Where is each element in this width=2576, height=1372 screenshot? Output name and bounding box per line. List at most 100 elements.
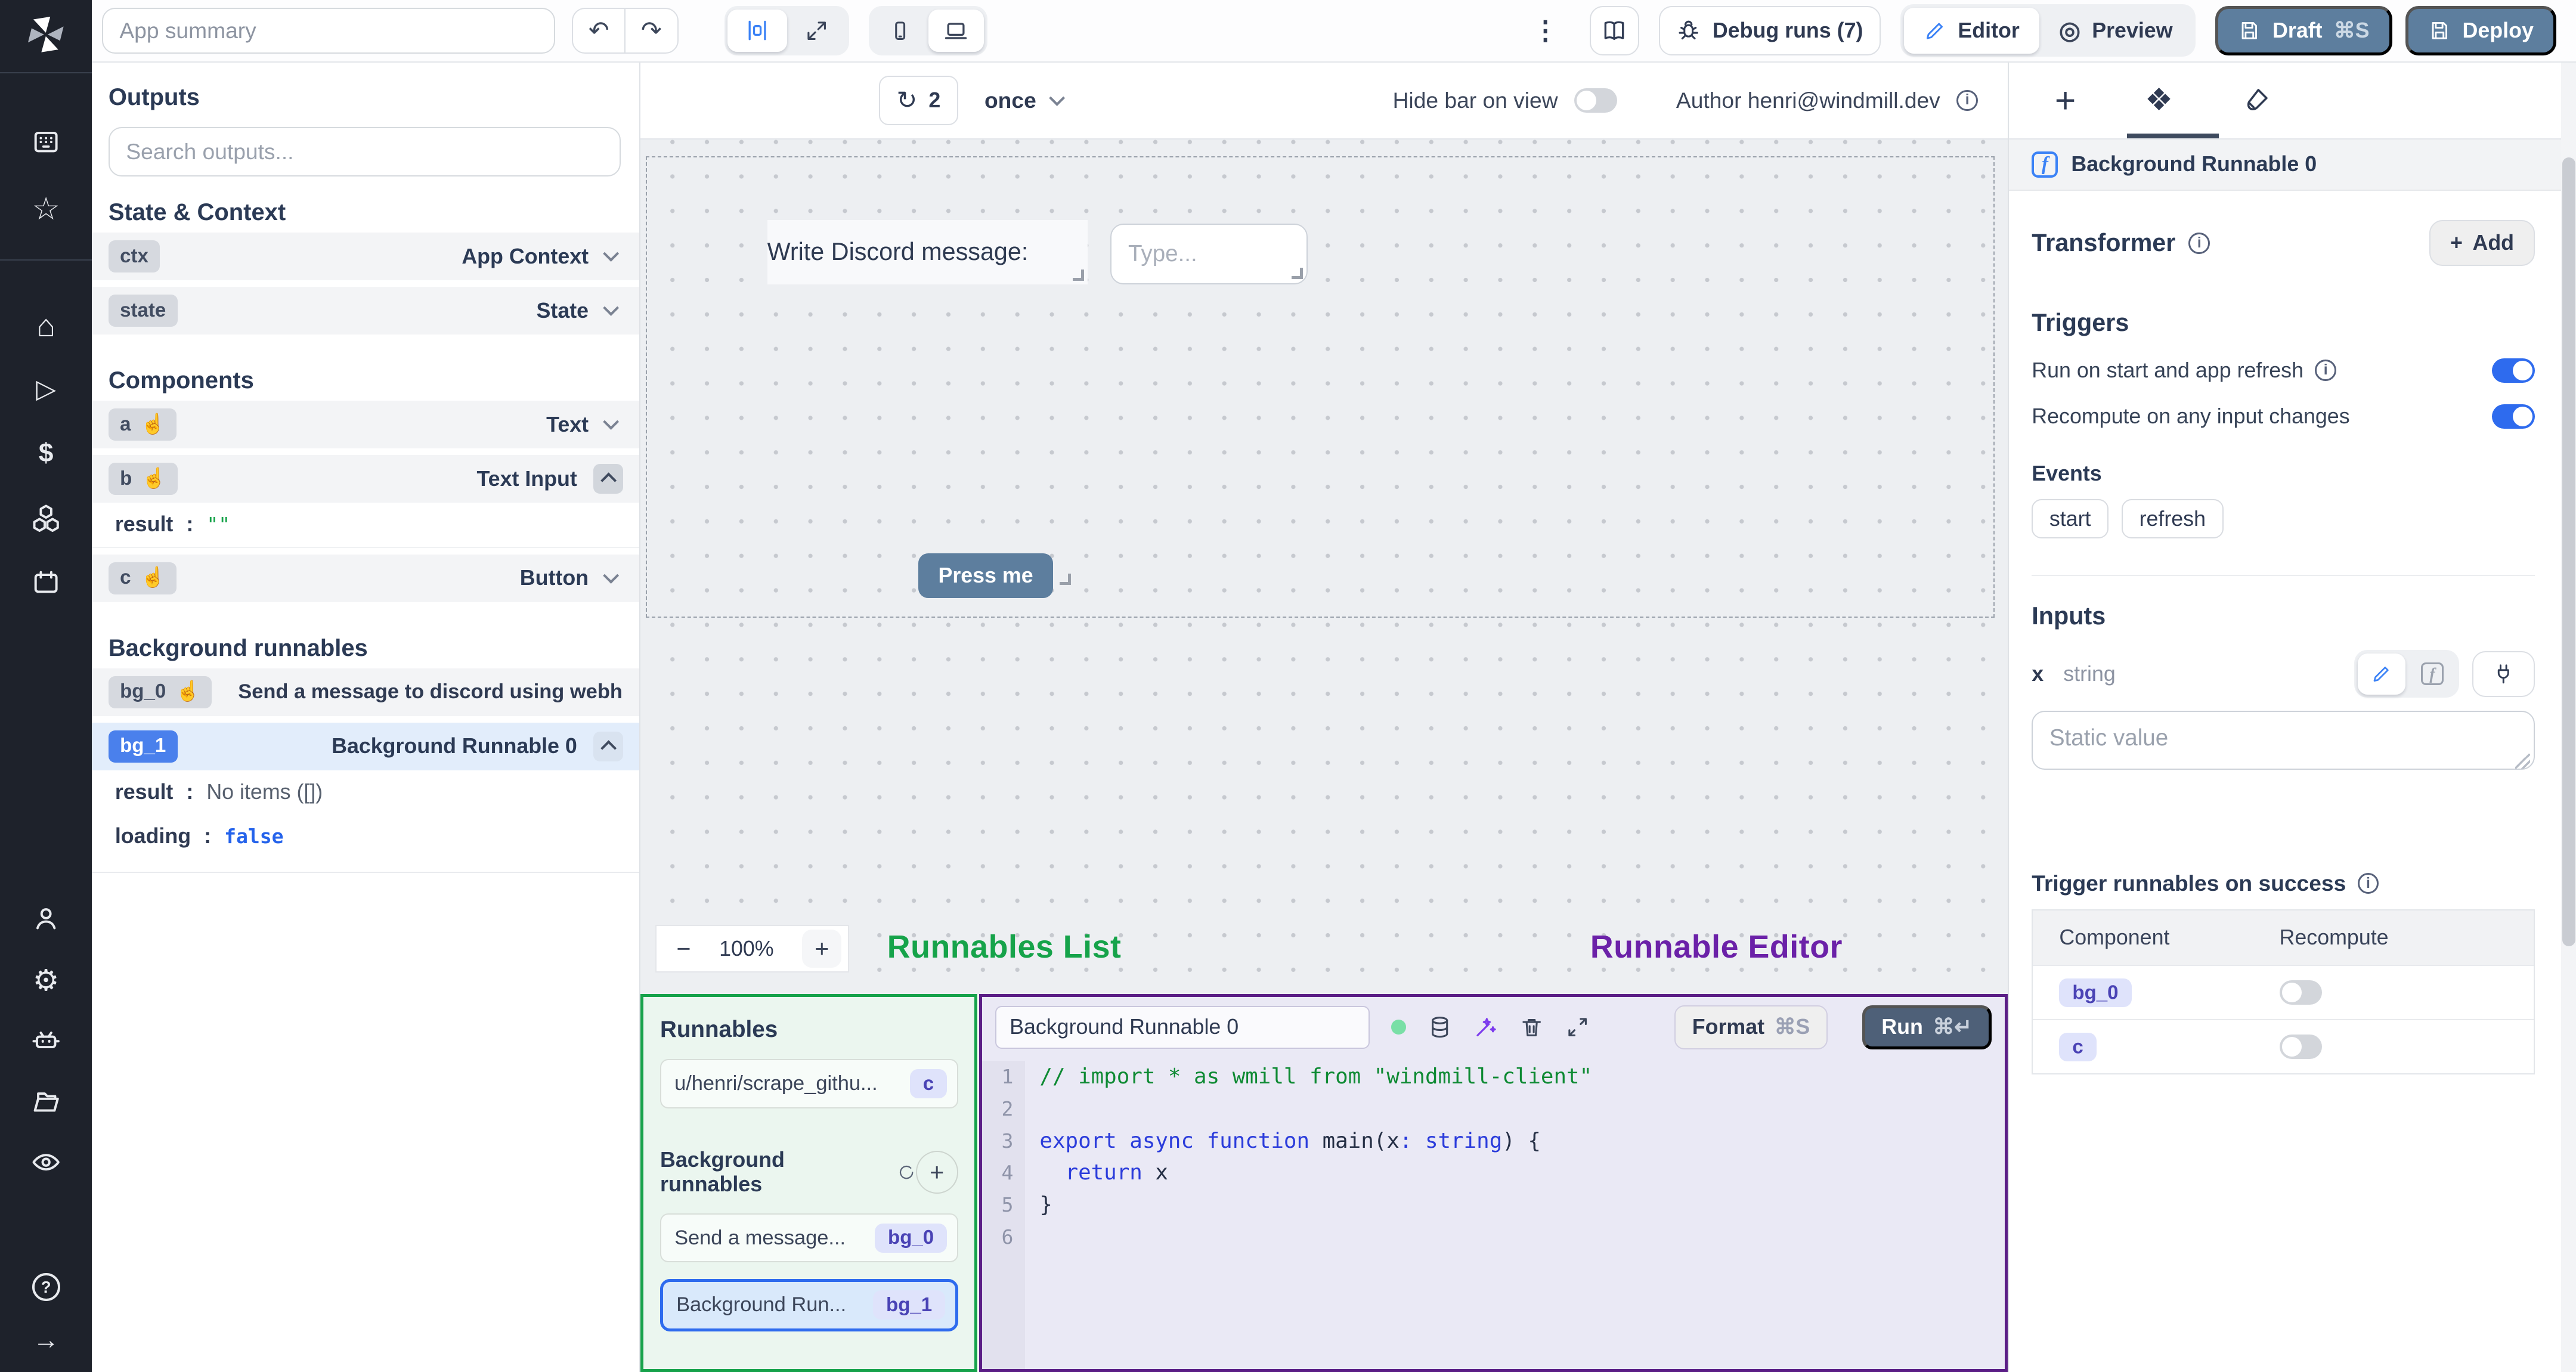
delete-trash-icon[interactable]: [1519, 1015, 1544, 1039]
static-mode-button[interactable]: [2357, 653, 2405, 695]
recompute-toggle[interactable]: [2279, 1034, 2323, 1059]
chevron-down-icon[interactable]: [602, 414, 619, 431]
fullwidth-layout-button[interactable]: [787, 10, 846, 52]
runnable-name-input[interactable]: [995, 1005, 1370, 1049]
zoom-out-button[interactable]: −: [676, 935, 691, 963]
static-value-wrap: [2032, 711, 2535, 775]
event-chip-start[interactable]: start: [2032, 499, 2109, 539]
centered-layout-button[interactable]: [727, 9, 787, 52]
text-component[interactable]: Write Discord message:: [767, 220, 1088, 284]
collapse-button[interactable]: [593, 732, 623, 761]
component-settings-tab[interactable]: ❖: [2145, 85, 2173, 116]
app-summary-input[interactable]: [101, 7, 556, 54]
deploy-button[interactable]: Deploy: [2405, 6, 2556, 55]
info-icon[interactable]: i: [2315, 360, 2337, 382]
event-chip-refresh[interactable]: refresh: [2122, 499, 2224, 539]
audit-eye-icon[interactable]: [0, 1147, 92, 1178]
result-key: result: [114, 512, 174, 537]
outputs-title: Outputs: [108, 83, 200, 110]
app-canvas[interactable]: Write Discord message: Press me − 100% +…: [640, 140, 2008, 994]
users-person-icon[interactable]: [0, 903, 92, 934]
resize-grip-icon[interactable]: [2515, 754, 2530, 769]
output-row-a[interactable]: a ☝ Text: [92, 401, 640, 449]
resize-handle[interactable]: [1073, 269, 1085, 281]
runnable-item-script[interactable]: u/henri/scrape_githu... c: [660, 1059, 958, 1109]
windmill-logo-icon[interactable]: [0, 13, 92, 56]
more-menu-button[interactable]: ⋮: [1532, 16, 1561, 46]
settings-gear-icon[interactable]: ⚙: [0, 965, 92, 996]
static-value-textarea[interactable]: [2032, 711, 2535, 770]
recompute-toggle[interactable]: [2492, 404, 2535, 429]
recompute-toggle[interactable]: [2279, 980, 2323, 1005]
folders-icon[interactable]: [0, 1086, 92, 1117]
runnable-item-bg1-selected[interactable]: Background Run... bg_1: [660, 1278, 958, 1332]
hide-bar-toggle[interactable]: [1574, 88, 1617, 113]
help-icon[interactable]: ?: [0, 1273, 92, 1302]
zoom-in-button[interactable]: +: [802, 930, 842, 968]
run-button[interactable]: Run ⌘↵: [1862, 1005, 1992, 1049]
component-badge[interactable]: c: [2059, 1033, 2097, 1062]
textinput-field[interactable]: [1110, 223, 1308, 284]
chevron-down-icon[interactable]: [602, 568, 619, 584]
run-on-start-toggle[interactable]: [2492, 358, 2535, 383]
undo-button[interactable]: ↶: [571, 7, 626, 54]
output-row-ctx[interactable]: ctx App Context: [92, 233, 640, 281]
styling-tab[interactable]: [2242, 86, 2270, 114]
runnable-item-bg0[interactable]: Send a message... bg_0: [660, 1213, 958, 1263]
tab-editor[interactable]: Editor: [1903, 7, 2039, 54]
resources-cubes-icon[interactable]: [0, 503, 92, 534]
button-component[interactable]: Press me: [918, 553, 1053, 598]
mobile-view-button[interactable]: [872, 10, 928, 52]
bottom-panels: Runnables u/henri/scrape_githu... c Back…: [640, 993, 2008, 1372]
info-icon[interactable]: i: [2188, 232, 2210, 254]
debug-runs-button[interactable]: Debug runs (7): [1658, 6, 1881, 55]
tab-preview[interactable]: ◎ Preview: [2039, 8, 2193, 54]
scrollbar-thumb[interactable]: [2562, 157, 2575, 946]
eval-mode-button[interactable]: f: [2408, 654, 2456, 695]
favorites-star-icon[interactable]: ☆: [0, 194, 92, 225]
refresh-count-button[interactable]: ↻ 2: [878, 76, 958, 125]
desktop-view-button[interactable]: [928, 9, 984, 52]
info-icon[interactable]: i: [1956, 89, 1979, 112]
code-editor[interactable]: 1// import * as wmill from "windmill-cli…: [982, 1061, 2005, 1369]
search-outputs-input[interactable]: [108, 127, 621, 176]
info-icon[interactable]: i: [2357, 872, 2379, 894]
component-badge[interactable]: bg_0: [2059, 978, 2132, 1008]
bg1-label: Background Runnable 0: [332, 734, 577, 758]
resize-handle[interactable]: [1291, 268, 1303, 280]
schedules-calendar-icon[interactable]: [0, 567, 92, 598]
workers-robot-icon[interactable]: [0, 1025, 92, 1056]
output-row-state[interactable]: state State: [92, 287, 640, 335]
format-button[interactable]: Format ⌘S: [1674, 1005, 1828, 1049]
add-transformer-button[interactable]: + Add: [2429, 220, 2535, 267]
transformer-label: Transformer: [2032, 229, 2176, 257]
connect-input-button[interactable]: [2472, 651, 2535, 697]
docs-button[interactable]: [1590, 6, 1639, 55]
collapse-button[interactable]: [593, 464, 623, 494]
status-dot: [1391, 1020, 1406, 1035]
chevron-down-icon[interactable]: [602, 246, 619, 262]
resize-handle[interactable]: [1060, 573, 1072, 585]
add-background-runnable-button[interactable]: +: [915, 1151, 958, 1194]
input-name: x: [2032, 661, 2044, 686]
variables-dollar-icon[interactable]: $: [0, 440, 92, 466]
table-row: c: [2033, 1018, 2534, 1073]
home-icon[interactable]: ⌂: [0, 311, 92, 342]
expand-editor-icon[interactable]: [1565, 1015, 1590, 1039]
ai-wand-icon[interactable]: [1473, 1015, 1498, 1039]
apps-icon[interactable]: [0, 126, 92, 157]
cache-database-icon[interactable]: [1428, 1015, 1452, 1039]
draft-button[interactable]: Draft ⌘S: [2215, 6, 2392, 55]
redo-button[interactable]: ↷: [624, 7, 679, 54]
output-row-c[interactable]: c ☝ Button: [92, 555, 640, 602]
chevron-down-icon[interactable]: [602, 300, 619, 317]
output-row-b[interactable]: b ☝ Text Input: [92, 455, 640, 503]
textinput-component[interactable]: [1110, 223, 1308, 284]
interval-select[interactable]: once: [984, 88, 1069, 113]
collapse-arrow-icon[interactable]: →: [0, 1327, 92, 1354]
insert-component-tab[interactable]: +: [2055, 82, 2076, 119]
output-row-bg1[interactable]: bg_1 Background Runnable 0: [92, 722, 640, 770]
output-row-bg0[interactable]: bg_0 ☝ Send a message to discord using we…: [92, 668, 640, 716]
scrollbar-track[interactable]: [2561, 62, 2576, 1372]
runs-play-icon[interactable]: ▷: [0, 376, 92, 402]
